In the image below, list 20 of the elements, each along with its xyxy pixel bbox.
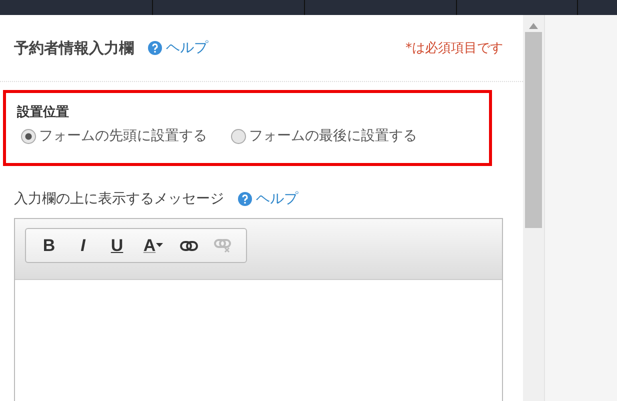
link-icon <box>180 240 198 250</box>
help-icon <box>148 41 162 55</box>
bold-button[interactable]: B <box>34 232 64 260</box>
caret-icon <box>156 243 163 248</box>
underline-button[interactable]: U <box>102 232 132 260</box>
scrollbar[interactable] <box>523 15 544 401</box>
help-link[interactable]: ヘルプ <box>256 190 298 208</box>
text-color-button[interactable]: A <box>136 232 170 260</box>
section-title: 予約者情報入力欄 <box>14 38 134 58</box>
scroll-up-icon[interactable] <box>529 23 538 29</box>
field-label: 入力欄の上に表示するメッセージ <box>14 190 224 208</box>
required-note: *は必須項目です <box>406 40 503 57</box>
italic-button[interactable]: I <box>68 232 98 260</box>
unlink-icon <box>214 238 232 252</box>
radio-option[interactable]: フォームの最後に設置する <box>231 127 417 145</box>
help-icon <box>238 192 252 206</box>
radio-option[interactable]: フォームの先頭に設置する <box>21 127 207 145</box>
help-link[interactable]: ヘルプ <box>166 39 208 57</box>
scrollbar-thumb[interactable] <box>525 32 542 228</box>
field-label: 設置位置 <box>17 104 70 121</box>
